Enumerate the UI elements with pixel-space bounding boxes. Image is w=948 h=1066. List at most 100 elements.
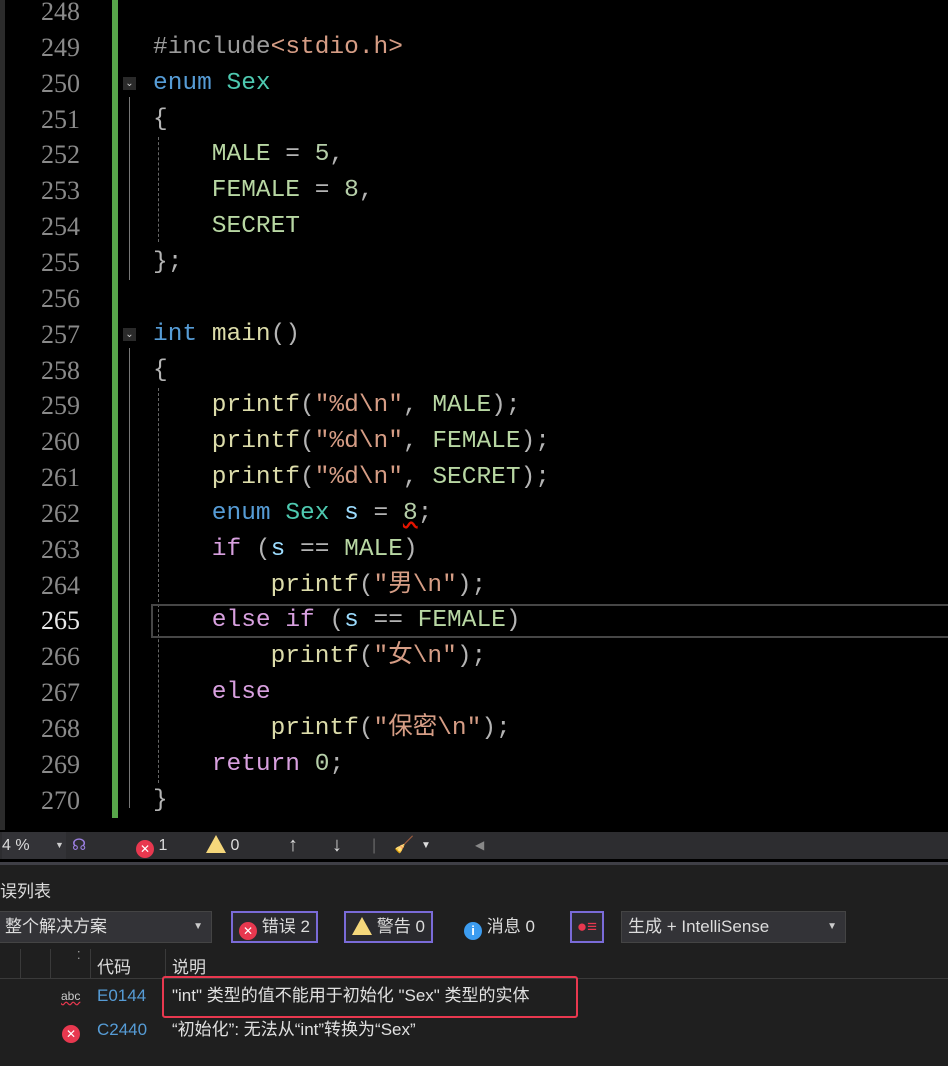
- code-token: ): [402, 535, 418, 563]
- code-token: };: [153, 248, 183, 276]
- code-cleanup-icon[interactable]: 🧹: [394, 832, 414, 859]
- line-number: 270: [41, 785, 80, 815]
- code-token: ,: [402, 428, 433, 456]
- fold-line: [129, 97, 130, 280]
- line-number: 266: [41, 642, 80, 672]
- code-line[interactable]: printf("男\n");: [271, 568, 487, 604]
- line-number: 259: [41, 391, 80, 421]
- error-code[interactable]: C2440: [97, 1013, 147, 1047]
- line-number: 268: [41, 714, 80, 743]
- editor-status-bar: 4 % ▼ ☊ ✕ 1 0 ↑ ↓ | 🧹 ▼ ◀: [0, 832, 948, 859]
- code-line[interactable]: }: [153, 783, 168, 819]
- arrow-up-icon[interactable]: ↑: [288, 832, 298, 859]
- code-line[interactable]: printf("%d\n", FEMALE);: [212, 424, 550, 460]
- code-token: SECRET: [432, 464, 521, 492]
- error-row[interactable]: ✕ C2440 “初始化”: 无法从“int”转换为“Sex”: [0, 1013, 948, 1047]
- code-token: (): [270, 320, 301, 348]
- code-token: (: [314, 607, 345, 635]
- line-number: 257: [41, 319, 80, 349]
- code-line[interactable]: else if (s == FEMALE): [212, 603, 521, 639]
- column-header-code[interactable]: 代码: [97, 953, 131, 978]
- source-dropdown[interactable]: 生成 + IntelliSense ▼: [621, 911, 846, 943]
- code-line[interactable]: printf("%d\n", SECRET);: [212, 460, 550, 496]
- table-header: ⁚ 代码 说明: [0, 949, 948, 979]
- error-row[interactable]: abc E0144 "int" 类型的值不能用于初始化 "Sex" 类型的实体: [0, 976, 948, 1018]
- code-token: "保密\n": [373, 715, 482, 742]
- line-number: 261: [41, 463, 80, 493]
- fold-toggle-icon[interactable]: ⌄: [123, 76, 136, 90]
- column-header-description[interactable]: 说明: [172, 953, 206, 978]
- code-token: (: [300, 392, 315, 420]
- errors-filter-button[interactable]: ✕ 错误 2: [231, 911, 318, 943]
- code-token: FEMALE: [432, 428, 521, 456]
- panel-title: 误列表: [0, 882, 51, 901]
- line-number: 264: [41, 570, 80, 600]
- code-line[interactable]: FEMALE = 8,: [212, 173, 374, 209]
- code-token: MALE: [344, 535, 403, 563]
- copilot-icon[interactable]: ☊: [72, 832, 86, 859]
- line-number: 258: [41, 355, 80, 385]
- editor-margin: [0, 0, 5, 830]
- messages-filter-button[interactable]: i 消息 0: [464, 911, 535, 943]
- error-list-panel: 误列表 整个解决方案 ▼ ✕ 错误 2 警告 0 i 消息 0 ●≡ 生成 + I…: [0, 862, 948, 1066]
- code-token: return: [211, 750, 301, 778]
- warning-count[interactable]: 0: [206, 832, 239, 859]
- code-token: =: [358, 499, 403, 527]
- code-token: "%d\n": [314, 428, 403, 456]
- code-token: printf: [211, 464, 301, 492]
- scroll-left-icon[interactable]: ◀: [475, 832, 484, 859]
- error-icon: ✕: [239, 922, 257, 940]
- code-token: int: [153, 320, 198, 348]
- code-token: );: [520, 428, 550, 456]
- spell-check-icon: abc: [61, 989, 81, 1003]
- code-token: 8: [402, 499, 418, 527]
- code-token: Sex: [285, 499, 330, 527]
- code-line[interactable]: MALE = 5,: [212, 137, 344, 173]
- cleanup-dropdown-icon[interactable]: ▼: [421, 832, 431, 859]
- code-token: }: [153, 786, 168, 814]
- code-token: s: [270, 535, 286, 563]
- code-token: (: [300, 428, 315, 456]
- zoom-dropdown-icon[interactable]: ▼: [55, 832, 64, 859]
- code-line[interactable]: return 0;: [212, 747, 344, 783]
- code-token: enum: [153, 69, 212, 97]
- column-options-icon[interactable]: ⁚: [77, 949, 81, 962]
- code-line[interactable]: enum Sex s = 8;: [212, 496, 433, 532]
- line-number: 253: [41, 176, 80, 206]
- code-line[interactable]: printf("女\n");: [271, 639, 487, 675]
- code-line[interactable]: if (s == MALE): [212, 532, 418, 568]
- scope-dropdown[interactable]: 整个解决方案 ▼: [0, 911, 212, 943]
- code-line[interactable]: int main(): [153, 317, 300, 353]
- code-line[interactable]: {: [153, 102, 168, 138]
- code-line[interactable]: else: [212, 675, 271, 711]
- code-line[interactable]: printf("%d\n", MALE);: [212, 388, 521, 424]
- code-line[interactable]: #include<stdio.h>: [153, 30, 403, 66]
- code-line[interactable]: enum Sex: [153, 66, 271, 102]
- code-line[interactable]: {: [153, 353, 168, 389]
- code-token: "女\n": [373, 643, 457, 671]
- code-token: enum: [211, 499, 271, 527]
- code-token: ,: [402, 392, 433, 420]
- filter-open-documents-button[interactable]: ●≡: [570, 911, 604, 943]
- error-code[interactable]: E0144: [97, 979, 146, 1013]
- code-line[interactable]: };: [153, 245, 182, 281]
- code-editor[interactable]: 248 249 #include<stdio.h> 250 ⌄ enum Sex 251 {2…: [0, 0, 948, 830]
- arrow-down-icon[interactable]: ↓: [332, 832, 342, 859]
- line-number: 265: [41, 606, 80, 636]
- warnings-filter-button[interactable]: 警告 0: [344, 911, 433, 943]
- code-token: else: [211, 679, 271, 707]
- code-line[interactable]: printf("保密\n");: [271, 711, 511, 747]
- line-number: 269: [41, 749, 80, 779]
- code-token: (: [300, 464, 315, 492]
- code-token: printf: [211, 392, 301, 420]
- fold-toggle-icon[interactable]: ⌄: [123, 327, 136, 341]
- code-line[interactable]: SECRET: [212, 209, 300, 245]
- code-token: printf: [270, 571, 359, 599]
- error-icon: ✕: [136, 840, 154, 858]
- error-count[interactable]: ✕ 1: [136, 832, 167, 859]
- fold-line: [129, 348, 130, 808]
- line-number: 263: [41, 534, 80, 564]
